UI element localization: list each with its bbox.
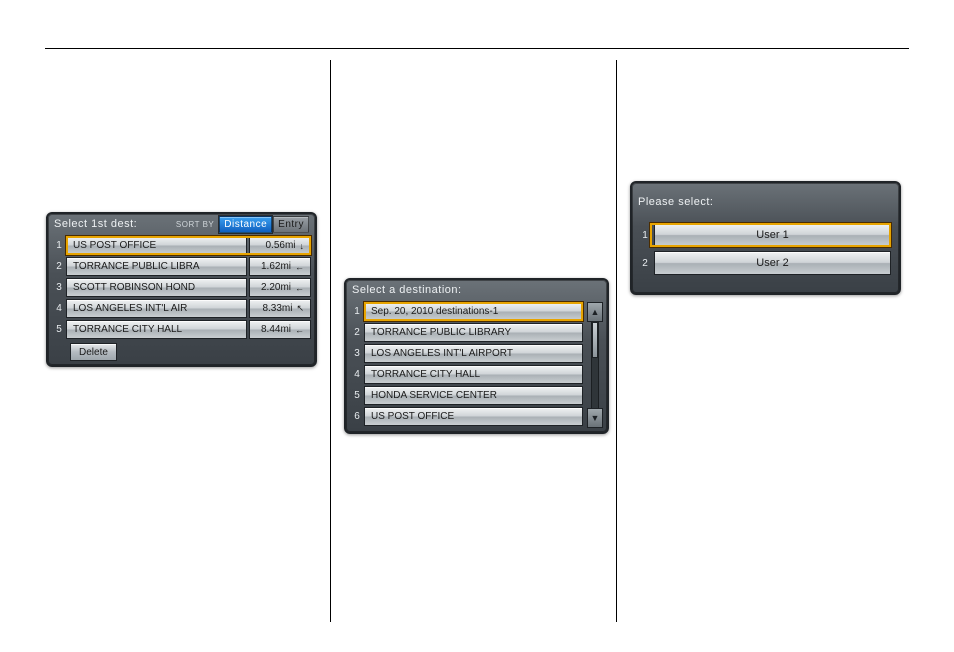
destination-name: LOS ANGELES INT'L AIR (66, 299, 247, 318)
row-number: 4 (350, 365, 364, 384)
destination-name: US POST OFFICE (66, 236, 247, 255)
row-number: 5 (350, 386, 364, 405)
destination-name: Sep. 20, 2010 destinations-1 (364, 302, 583, 321)
screen-select-destination: Select a destination: 1 Sep. 20, 2010 de… (344, 278, 609, 434)
column-divider-2 (616, 60, 617, 622)
list-item[interactable]: 4 LOS ANGELES INT'L AIR 8.33mi ↖ (52, 299, 311, 318)
row-number: 2 (52, 257, 66, 276)
distance-value: 2.20mi (261, 282, 291, 293)
sort-entry-button[interactable]: Entry (273, 216, 309, 233)
screenA-header: Select 1st dest: SORT BY Distance Entry (48, 214, 315, 234)
list-item[interactable]: 1 Sep. 20, 2010 destinations-1 (350, 302, 583, 321)
destination-name: HONDA SERVICE CENTER (364, 386, 583, 405)
direction-arrow-icon: ← (295, 283, 304, 293)
list-item[interactable]: 5 TORRANCE CITY HALL 8.44mi ← (52, 320, 311, 339)
destination-name: TORRANCE PUBLIC LIBRA (66, 257, 247, 276)
scrollbar: ▲ ▼ (587, 302, 603, 428)
scroll-up-button[interactable]: ▲ (587, 302, 603, 322)
destination-name: US POST OFFICE (364, 407, 583, 426)
scrollbar-thumb[interactable] (592, 322, 598, 358)
row-number: 3 (350, 344, 364, 363)
destination-name: LOS ANGELES INT'L AIRPORT (364, 344, 583, 363)
screenB-list: 1 Sep. 20, 2010 destinations-1 2 TORRANC… (346, 300, 587, 432)
screenA-title: Select 1st dest: (54, 218, 137, 230)
screenA-list: 1 US POST OFFICE 0.56mi ↓ 2 TORRANCE PUB… (48, 234, 315, 365)
direction-arrow-icon: ↖ (296, 303, 304, 314)
page-top-rule (45, 48, 909, 49)
screen-select-first-dest: Select 1st dest: SORT BY Distance Entry … (46, 212, 317, 367)
destination-distance: 1.62mi ← (249, 257, 311, 276)
direction-arrow-icon: ← (295, 325, 304, 335)
destination-distance: 8.33mi ↖ (249, 299, 311, 318)
list-item[interactable]: 1 User 1 (636, 223, 891, 247)
row-number: 5 (52, 320, 66, 339)
destination-distance: 8.44mi ← (249, 320, 311, 339)
user-option: User 2 (654, 251, 891, 275)
list-item[interactable]: 1 US POST OFFICE 0.56mi ↓ (52, 236, 311, 255)
distance-value: 0.56mi (265, 240, 295, 251)
list-item[interactable]: 4 TORRANCE CITY HALL (350, 365, 583, 384)
destination-name: SCOTT ROBINSON HOND (66, 278, 247, 297)
list-item[interactable]: 5 HONDA SERVICE CENTER (350, 386, 583, 405)
list-item[interactable]: 3 SCOTT ROBINSON HOND 2.20mi ← (52, 278, 311, 297)
list-item[interactable]: 2 User 2 (636, 251, 891, 275)
user-option: User 1 (654, 223, 891, 247)
screenB-header: Select a destination: (346, 280, 607, 300)
row-number: 1 (350, 302, 364, 321)
list-item[interactable]: 3 LOS ANGELES INT'L AIRPORT (350, 344, 583, 363)
row-number: 2 (636, 251, 654, 275)
column-divider-1 (330, 60, 331, 622)
screen-please-select: Please select: 1 User 1 2 User 2 (630, 181, 901, 295)
destination-name: TORRANCE PUBLIC LIBRARY (364, 323, 583, 342)
screenC-title: Please select: (638, 196, 713, 208)
sort-distance-button[interactable]: Distance (219, 216, 272, 233)
sort-by-label: SORT BY (176, 220, 214, 229)
delete-button[interactable]: Delete (70, 343, 117, 361)
distance-value: 8.33mi (262, 303, 292, 314)
destination-distance: 0.56mi ↓ (249, 236, 311, 255)
row-number: 6 (350, 407, 364, 426)
distance-value: 1.62mi (261, 261, 291, 272)
row-number: 4 (52, 299, 66, 318)
scroll-down-button[interactable]: ▼ (587, 408, 603, 428)
row-number: 3 (52, 278, 66, 297)
scrollbar-track[interactable] (591, 322, 599, 408)
list-item[interactable]: 2 TORRANCE PUBLIC LIBRARY (350, 323, 583, 342)
row-number: 1 (636, 223, 654, 247)
distance-value: 8.44mi (261, 324, 291, 335)
screenC-list: 1 User 1 2 User 2 (632, 217, 899, 293)
direction-arrow-icon: ↓ (300, 241, 305, 251)
destination-distance: 2.20mi ← (249, 278, 311, 297)
row-number: 2 (350, 323, 364, 342)
direction-arrow-icon: ← (295, 262, 304, 272)
list-item[interactable]: 6 US POST OFFICE (350, 407, 583, 426)
row-number: 1 (52, 236, 66, 255)
screenC-header: Please select: (632, 183, 899, 217)
destination-name: TORRANCE CITY HALL (364, 365, 583, 384)
screenB-title: Select a destination: (352, 284, 462, 296)
destination-name: TORRANCE CITY HALL (66, 320, 247, 339)
list-item[interactable]: 2 TORRANCE PUBLIC LIBRA 1.62mi ← (52, 257, 311, 276)
